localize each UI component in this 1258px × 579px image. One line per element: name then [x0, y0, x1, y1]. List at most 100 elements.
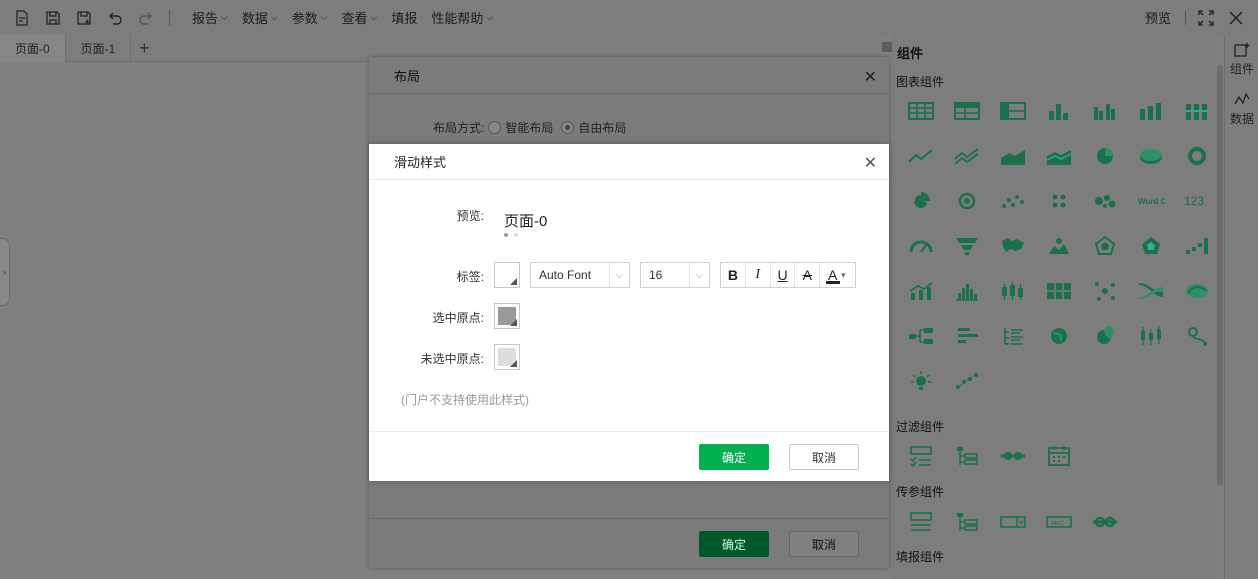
rose-chart-icon[interactable] — [898, 178, 944, 223]
redo-icon[interactable] — [137, 9, 155, 27]
selected-dot-label: 选中原点: — [432, 311, 484, 325]
undo-icon[interactable] — [106, 9, 124, 27]
map-chart-icon[interactable] — [990, 223, 1036, 268]
insight-icon[interactable] — [898, 358, 944, 403]
map-pin-chart-icon[interactable] — [1036, 223, 1082, 268]
multi-line-chart-icon[interactable] — [944, 133, 990, 178]
gauge-chart-icon[interactable] — [898, 223, 944, 268]
grouped-column-icon[interactable] — [1082, 88, 1128, 133]
menu-view[interactable]: 查看 ⌵ — [342, 8, 378, 27]
font-family-select[interactable]: Auto Font ⌵ — [530, 262, 630, 288]
scatter-chart-icon[interactable] — [990, 178, 1036, 223]
corner-triangle-icon — [510, 360, 517, 367]
tab-page-0[interactable]: 页面-0 — [0, 35, 66, 62]
selected-dot-color-picker[interactable] — [494, 303, 520, 329]
combo-chart-icon[interactable] — [898, 268, 944, 313]
save-as-icon[interactable] — [75, 9, 93, 27]
word-cloud-text: Word Cloud — [1138, 197, 1165, 206]
smart-layout-radio[interactable] — [488, 121, 502, 134]
layout-cancel-button[interactable]: 取消 — [789, 531, 859, 557]
bold-button[interactable]: B — [721, 263, 746, 287]
step-chart-icon[interactable] — [1174, 223, 1220, 268]
param-components-heading: 传参组件 — [896, 485, 945, 499]
dot-chart-icon[interactable] — [1036, 178, 1082, 223]
line-chart-icon[interactable] — [898, 133, 944, 178]
boxplot-icon[interactable] — [990, 268, 1036, 313]
bar-chart-horizontal-icon[interactable] — [944, 313, 990, 358]
add-tab-icon[interactable]: + — [131, 35, 157, 61]
histogram-icon[interactable] — [944, 268, 990, 313]
layout-confirm-button[interactable]: 确定 — [699, 531, 769, 557]
route-map-icon[interactable] — [1174, 313, 1220, 358]
heatmap-icon[interactable] — [1036, 268, 1082, 313]
funnel-chart-icon[interactable] — [944, 223, 990, 268]
word-cloud-icon[interactable]: Word Cloud — [1128, 178, 1174, 223]
tree-param-icon[interactable] — [944, 499, 990, 544]
percent-column-icon[interactable] — [1174, 88, 1220, 133]
candlestick-icon[interactable] — [1128, 313, 1174, 358]
fullscreen-icon[interactable] — [1198, 9, 1214, 26]
preview-button[interactable]: 预览 — [1145, 8, 1171, 27]
data-tab[interactable]: 数据 — [1225, 92, 1258, 127]
panel-scrollbar[interactable] — [1217, 65, 1223, 486]
menu-report[interactable]: 报告 ⌵ — [192, 8, 228, 27]
font-color-button[interactable]: A ▼ — [820, 263, 855, 287]
area-chart-icon[interactable] — [990, 133, 1036, 178]
3d-pie-icon[interactable] — [1128, 133, 1174, 178]
point-map-icon[interactable] — [1082, 313, 1128, 358]
stacked-area-icon[interactable] — [1036, 133, 1082, 178]
left-panel-expand-handle[interactable]: › — [0, 238, 10, 306]
text-param-icon[interactable]: Abc| — [1036, 499, 1082, 544]
close-icon[interactable]: ✕ — [864, 153, 877, 173]
cross-table-icon[interactable] — [990, 88, 1036, 133]
slide-confirm-button[interactable]: 确定 — [699, 444, 769, 470]
donut-chart-icon[interactable] — [1174, 133, 1220, 178]
close-icon[interactable] — [1228, 10, 1244, 26]
unselected-dot-color-picker[interactable] — [494, 344, 520, 370]
list-param-icon[interactable] — [898, 499, 944, 544]
new-report-icon[interactable] — [13, 9, 31, 27]
network-chart-icon[interactable] — [1082, 268, 1128, 313]
italic-button[interactable]: I — [746, 263, 771, 287]
strikethrough-button[interactable]: A — [795, 263, 821, 287]
font-size-select[interactable]: 16 ⌵ — [640, 262, 710, 288]
menu-fill[interactable]: 填报 — [391, 8, 417, 27]
pie-chart-icon[interactable] — [1082, 133, 1128, 178]
tree-list-icon[interactable] — [990, 313, 1036, 358]
checklist-filter-icon[interactable] — [898, 433, 944, 478]
menu-data[interactable]: 数据 ⌵ — [242, 8, 278, 27]
slider-param-icon[interactable] — [1082, 499, 1128, 544]
date-filter-icon[interactable] — [1036, 433, 1082, 478]
slide-cancel-button[interactable]: 取消 — [789, 444, 859, 470]
menu-param[interactable]: 参数 ⌵ — [292, 8, 328, 27]
gauge-ring-icon[interactable] — [944, 178, 990, 223]
layout-mode-label: 布局方式: — [433, 121, 485, 135]
tab-page-1[interactable]: 页面-1 — [66, 35, 132, 62]
sankey-chart-icon[interactable] — [1128, 268, 1174, 313]
tree-filter-icon[interactable] — [944, 433, 990, 478]
menu-performance-help[interactable]: 性能帮助 ⌵ — [431, 8, 493, 27]
table-icon[interactable] — [898, 88, 944, 133]
globe-chart-icon[interactable] — [1036, 313, 1082, 358]
range-slider-icon[interactable] — [990, 433, 1036, 478]
menu-data-label: 数据 — [241, 11, 268, 26]
kpi-number-icon[interactable]: 123 — [1174, 178, 1220, 223]
trend-scatter-icon[interactable] — [944, 358, 990, 403]
radar-chart-icon[interactable] — [1082, 223, 1128, 268]
free-layout-radio[interactable] — [561, 121, 575, 134]
underline-button[interactable]: U — [771, 263, 796, 287]
save-icon[interactable] — [44, 9, 62, 27]
column-chart-icon[interactable] — [1036, 88, 1082, 133]
bubble-chart-icon[interactable] — [1082, 178, 1128, 223]
flow-map-icon[interactable] — [1174, 268, 1220, 313]
dropdown-param-icon[interactable] — [990, 499, 1036, 544]
grouped-table-icon[interactable] — [944, 88, 990, 133]
stacked-column-icon[interactable] — [1128, 88, 1174, 133]
tag-background-color-picker[interactable] — [494, 262, 520, 288]
param-components-grid: Abc| — [898, 499, 1128, 544]
tree-chart-icon[interactable] — [898, 313, 944, 358]
filled-radar-icon[interactable] — [1128, 223, 1174, 268]
panel-collapse-toggle[interactable] — [882, 42, 892, 52]
close-icon[interactable]: ✕ — [864, 67, 877, 87]
components-tab[interactable]: 组件 — [1225, 42, 1258, 77]
